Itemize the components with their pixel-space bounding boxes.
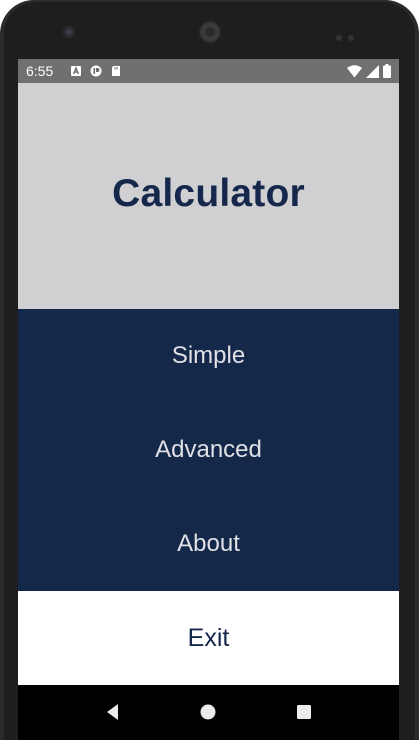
phone-screen: 6:55 Calculator Simple Advanced About Ex…	[18, 59, 399, 740]
status-bar: 6:55	[18, 59, 399, 83]
a-notification-icon	[71, 66, 81, 76]
front-camera	[63, 26, 75, 38]
phone-device-frame: 6:55 Calculator Simple Advanced About Ex…	[0, 0, 419, 740]
cellular-signal-icon	[366, 64, 379, 78]
main-menu: Simple Advanced About	[18, 309, 399, 591]
app-header: Calculator	[18, 83, 399, 309]
exit-button[interactable]: Exit	[18, 591, 399, 685]
about-button[interactable]: About	[18, 497, 399, 591]
home-icon[interactable]	[196, 700, 220, 724]
proximity-sensors	[336, 28, 360, 41]
navigation-bar	[18, 685, 399, 740]
battery-icon	[383, 64, 391, 78]
back-icon[interactable]	[101, 700, 125, 724]
page-title: Calculator	[112, 172, 305, 215]
sd-card-icon	[112, 66, 120, 76]
status-time: 6:55	[26, 63, 54, 79]
simple-button[interactable]: Simple	[18, 309, 399, 403]
earpiece-speaker	[199, 21, 221, 43]
app-notification-icon	[90, 65, 102, 77]
advanced-button[interactable]: Advanced	[18, 403, 399, 497]
recents-icon[interactable]	[292, 700, 316, 724]
wifi-icon	[347, 64, 362, 77]
status-right-icons	[347, 64, 391, 78]
